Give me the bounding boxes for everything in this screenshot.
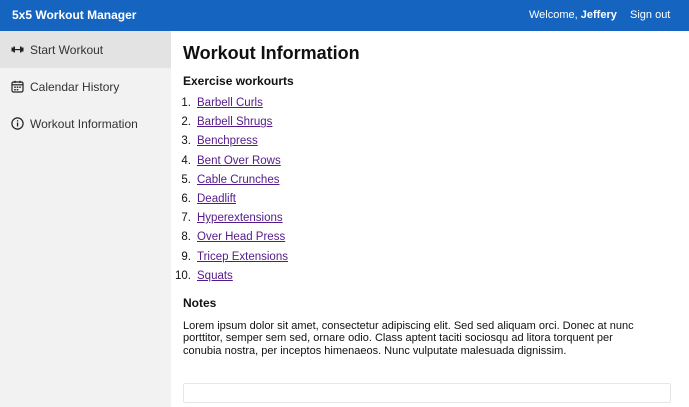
calendar-icon bbox=[11, 80, 24, 93]
list-number: 5. bbox=[181, 173, 191, 186]
empty-card bbox=[183, 383, 671, 403]
exercise-link-barbell-shrugs[interactable]: Barbell Shrugs bbox=[197, 113, 272, 132]
list-number: 1. bbox=[181, 97, 191, 109]
exercise-link-deadlift[interactable]: Deadlift bbox=[197, 190, 236, 209]
sidebar-item-workout-information[interactable]: Workout Information bbox=[0, 105, 171, 142]
sidebar: Start Workout Calendar History Workout I… bbox=[0, 31, 171, 407]
top-app-bar: 5x5 Workout Manager Welcome, Jeffery Sig… bbox=[0, 0, 689, 31]
sidebar-item-label: Start Workout bbox=[30, 42, 104, 57]
list-number: 8. bbox=[181, 231, 191, 244]
list-number: 6. bbox=[181, 192, 191, 205]
sign-out-button[interactable]: Sign out bbox=[630, 9, 670, 21]
notes-text: Lorem ipsum dolor sit amet, consectetur … bbox=[183, 320, 634, 357]
sidebar-item-label: Workout Information bbox=[30, 116, 138, 131]
list-number: 3. bbox=[181, 135, 191, 148]
exercise-link-benchpress[interactable]: Benchpress bbox=[197, 132, 258, 151]
notes-heading: Notes bbox=[183, 296, 217, 310]
username: Jeffery bbox=[580, 9, 617, 21]
app-title: 5x5 Workout Manager bbox=[12, 8, 137, 22]
list-number: 2. bbox=[181, 116, 191, 129]
sidebar-item-calendar-history[interactable]: Calendar History bbox=[0, 68, 171, 105]
exercise-link-cable-crunches[interactable]: Cable Crunches bbox=[197, 171, 279, 190]
info-icon bbox=[11, 117, 24, 130]
exercise-link-bent-over-rows[interactable]: Bent Over Rows bbox=[197, 152, 281, 171]
main-content: Workout Information Exercise workourts 1… bbox=[171, 31, 689, 407]
exercise-link-over-head-press[interactable]: Over Head Press bbox=[197, 228, 285, 247]
exercise-link-hyperextensions[interactable]: Hyperextensions bbox=[197, 209, 283, 228]
list-number: 7. bbox=[181, 212, 191, 225]
sidebar-item-start-workout[interactable]: Start Workout bbox=[0, 31, 171, 68]
welcome-prefix: Welcome, bbox=[529, 9, 581, 21]
exercise-link-tricep-extensions[interactable]: Tricep Extensions bbox=[197, 248, 288, 267]
exercise-link-barbell-curls[interactable]: Barbell Curls bbox=[197, 94, 263, 113]
exercise-list-heading: Exercise workourts bbox=[183, 74, 294, 88]
dumbbell-icon bbox=[11, 43, 24, 56]
page-title: Workout Information bbox=[183, 43, 360, 63]
list-number: 4. bbox=[181, 154, 191, 167]
welcome-message: Welcome, Jeffery bbox=[529, 9, 617, 21]
list-number: 9. bbox=[181, 250, 191, 263]
list-number: 10. bbox=[175, 269, 191, 282]
exercise-link-squats[interactable]: Squats bbox=[197, 267, 233, 286]
sidebar-item-label: Calendar History bbox=[30, 79, 120, 94]
